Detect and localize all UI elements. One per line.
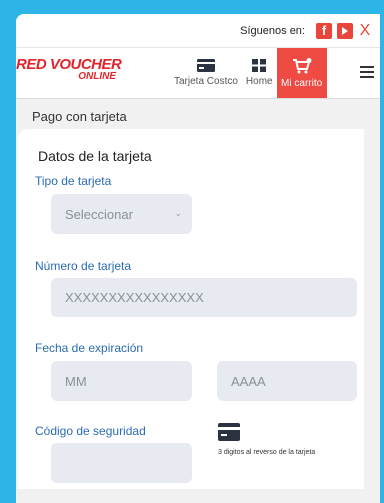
credit-card-back-icon (218, 423, 240, 441)
logo-subtext: ONLINE (78, 71, 116, 82)
nav-label-home: Home (245, 76, 273, 87)
credit-card-icon (196, 59, 215, 72)
card-number-placeholder: XXXXXXXXXXXXXXXX (65, 290, 204, 305)
nav-label-costco-card: Tarjeta Costco (174, 76, 238, 87)
expiration-label: Fecha de expiración (35, 341, 144, 355)
card-type-label: Tipo de tarjeta (35, 174, 112, 188)
nav-item-cart[interactable]: Mi carrito (276, 48, 327, 98)
nav-bar: Tarjeta Costco Home Mi carrito (170, 48, 327, 98)
card-number-label: Número de tarjeta (35, 259, 132, 273)
cart-icon (292, 57, 312, 73)
expiration-month-placeholder: MM (65, 373, 87, 389)
nav-item-home[interactable]: Home (242, 48, 277, 98)
hamburger-menu-icon[interactable] (360, 66, 374, 81)
youtube-icon[interactable] (337, 22, 353, 39)
nav-item-costco-card[interactable]: Tarjeta Costco (170, 48, 242, 98)
expiration-year-input[interactable]: AAAA (217, 361, 357, 401)
expiration-month-input[interactable]: MM (51, 361, 192, 401)
facebook-icon[interactable]: f (316, 22, 332, 39)
card-number-input[interactable]: XXXXXXXXXXXXXXXX (51, 278, 357, 317)
card-details-form: Datos de la tarjeta Tipo de tarjeta Sele… (18, 129, 364, 489)
security-code-label: Código de seguridad (35, 424, 146, 438)
grid-icon (252, 59, 267, 72)
card-type-select[interactable]: Seleccionar ⌄ (51, 194, 192, 234)
nav-label-cart: Mi carrito (281, 77, 323, 89)
chevron-down-icon: ⌄ (174, 208, 182, 218)
follow-label: Síguenos en: (240, 24, 305, 37)
close-icon[interactable]: X (358, 22, 372, 39)
security-code-hint: 3 digitos al reverso de la tarjeta (218, 449, 316, 456)
main-header: RED VOUCHER ONLINE Tarjeta Costco Home M… (16, 48, 380, 99)
card-type-value: Seleccionar (65, 206, 133, 222)
page-title: Pago con tarjeta (32, 109, 127, 124)
social-bar: Síguenos en: f X (16, 14, 380, 48)
brand-logo[interactable]: RED VOUCHER ONLINE (16, 56, 128, 82)
security-code-input[interactable] (51, 443, 192, 483)
expiration-year-placeholder: AAAA (231, 373, 266, 389)
form-title: Datos de la tarjeta (38, 148, 152, 164)
logo-text: RED VOUCHER (16, 56, 122, 73)
